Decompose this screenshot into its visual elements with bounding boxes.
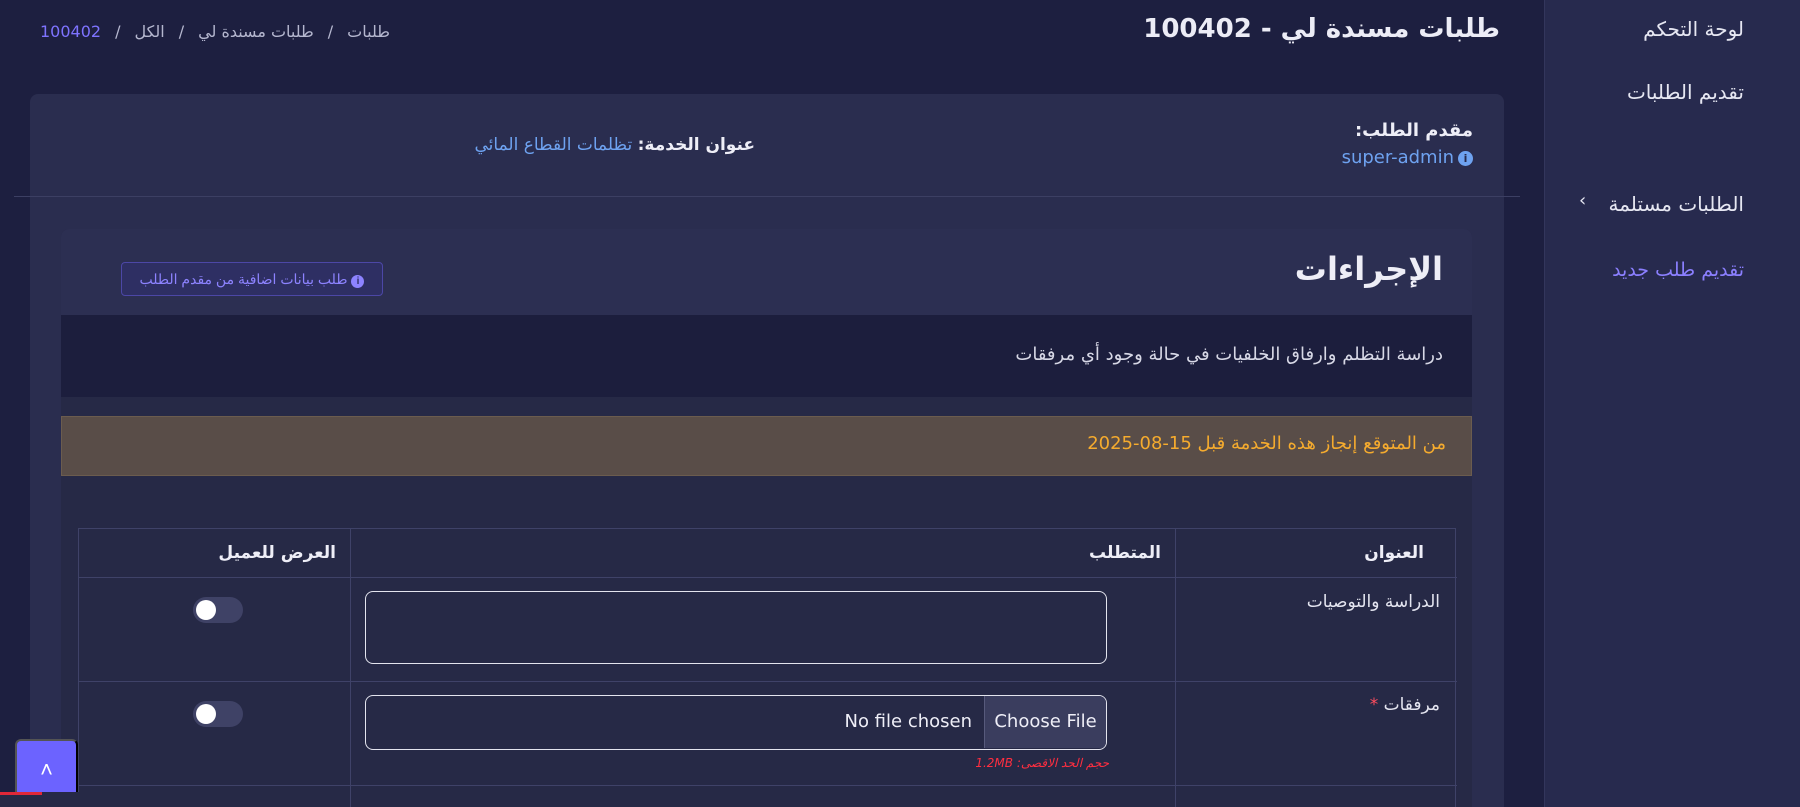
- main-content: طلبات مسندة لي - 100402 100402 / الكل / …: [0, 0, 1544, 807]
- study-recommendations-textarea[interactable]: [365, 591, 1107, 664]
- applicant-name: super-admin: [1341, 147, 1454, 168]
- breadcrumb-separator: /: [115, 22, 121, 41]
- file-status: No file chosen: [844, 711, 972, 732]
- file-size-hint: حجم الحد الاقصى: 1.2MB: [975, 756, 1109, 770]
- column-header-show-to-client: العرض للعميل: [218, 543, 336, 563]
- attachments-label: مرفقات: [1383, 695, 1440, 715]
- applicant-label: مقدم الطلب:: [1354, 120, 1473, 141]
- status-strip: [0, 792, 260, 807]
- service-value: تظلمات القطاع المائي: [474, 135, 633, 155]
- divider: [14, 196, 1520, 197]
- row-title-attachments: مرفقات *: [1370, 695, 1440, 715]
- deadline-text: من المتوقع إنجاز هذه الخدمة قبل 15-08-20…: [1087, 433, 1446, 454]
- scroll-to-top-button[interactable]: ˄: [15, 739, 78, 799]
- applicant-link[interactable]: i super-admin: [1300, 147, 1473, 168]
- row-divider: [79, 785, 1457, 786]
- sidebar-item-submit-requests[interactable]: تقديم الطلبات: [1627, 80, 1744, 104]
- show-to-client-toggle[interactable]: [193, 701, 243, 727]
- request-extra-data-label: طلب بيانات اضافية من مقدم الطلب: [139, 271, 348, 287]
- column-divider: [1175, 529, 1176, 807]
- attachments-file-input[interactable]: Choose File No file chosen: [365, 695, 1107, 750]
- choose-file-button[interactable]: Choose File: [984, 696, 1106, 748]
- column-divider: [350, 529, 351, 807]
- row-title-study: الدراسة والتوصيات: [1306, 592, 1440, 612]
- row-divider: [79, 577, 1457, 578]
- column-header-requirement: المتطلب: [1088, 543, 1161, 563]
- column-header-title: العنوان: [1364, 543, 1424, 563]
- info-icon: i: [351, 275, 365, 288]
- action-description: دراسة التظلم وارفاق الخلفيات في حالة وجو…: [1015, 344, 1443, 365]
- breadcrumb-item-requests[interactable]: طلبات: [347, 22, 390, 41]
- breadcrumb-item-all[interactable]: الكل: [134, 22, 164, 41]
- sidebar-item-dashboard[interactable]: لوحة التحكم: [1643, 17, 1744, 41]
- required-marker: *: [1369, 695, 1379, 715]
- breadcrumb-item-assigned[interactable]: طلبات مسندة لي: [198, 22, 314, 41]
- request-extra-data-button[interactable]: iطلب بيانات اضافية من مقدم الطلب: [121, 262, 383, 296]
- chevron-up-icon: ˄: [40, 757, 53, 782]
- page-title: طلبات مسندة لي - 100402: [1143, 14, 1500, 44]
- progress-indicator: [0, 792, 42, 795]
- actions-title: الإجراءات: [1294, 250, 1443, 288]
- sidebar-item-received-requests[interactable]: الطلبات مستلمة: [1609, 192, 1745, 216]
- sidebar-item-new-request[interactable]: تقديم طلب جديد: [1612, 259, 1744, 281]
- breadcrumb-item-current: 100402: [40, 22, 102, 41]
- chevron-right-icon[interactable]: ›: [1579, 190, 1586, 211]
- service-title: عنوان الخدمة: تظلمات القطاع المائي: [470, 135, 755, 155]
- sidebar: لوحة التحكم تقديم الطلبات الطلبات مستلمة…: [1544, 0, 1800, 807]
- service-label: عنوان الخدمة:: [637, 135, 755, 155]
- row-divider: [79, 681, 1457, 682]
- requirements-table: العنوان المتطلب العرض للعميل الدراسة وال…: [78, 528, 1457, 807]
- info-icon: i: [1458, 151, 1473, 166]
- breadcrumb: 100402 / الكل / طلبات مسندة لي / طلبات: [40, 22, 390, 41]
- breadcrumb-separator: /: [178, 22, 185, 41]
- show-to-client-toggle[interactable]: [193, 597, 243, 623]
- breadcrumb-separator: /: [327, 22, 334, 41]
